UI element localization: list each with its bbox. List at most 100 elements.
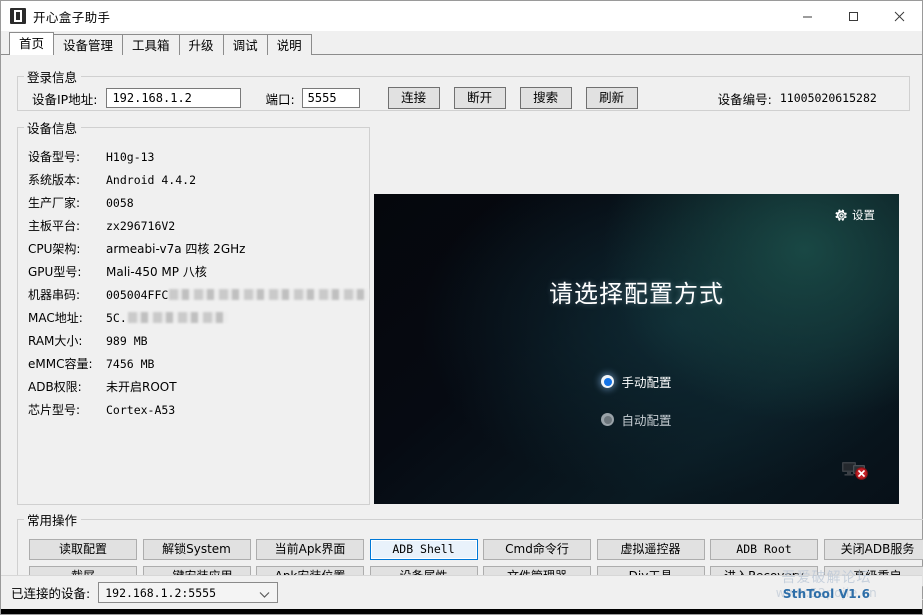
- device-ip-label: 设备IP地址:: [32, 89, 97, 108]
- maximize-button[interactable]: [830, 1, 876, 31]
- disconnect-button[interactable]: 断开: [454, 87, 506, 109]
- redacted-value-mask: [169, 289, 369, 300]
- watermark-url: www.52pojie.cn: [739, 586, 914, 601]
- operation-button[interactable]: 关闭ADB服务: [824, 539, 923, 560]
- operation-button[interactable]: 解锁System: [143, 539, 251, 560]
- radio-auto-config[interactable]: 自动配置: [601, 410, 671, 429]
- device-info-key: 生产厂家:: [28, 194, 106, 211]
- device-info-legend: 设备信息: [24, 118, 81, 137]
- watermark-version: SthTool V1.6: [739, 587, 914, 601]
- login-info-legend: 登录信息: [24, 67, 81, 86]
- search-button[interactable]: 搜索: [520, 87, 572, 109]
- operation-button[interactable]: Cmd命令行: [483, 539, 591, 560]
- gear-icon: [835, 209, 848, 222]
- window-title: 开心盒子助手: [33, 7, 110, 26]
- network-disconnected-icon: [841, 460, 869, 484]
- device-info-row: 系统版本:Android 4.4.2: [18, 168, 369, 191]
- connected-device-value: 192.168.1.2:5555: [105, 586, 216, 600]
- device-ip-input[interactable]: [106, 88, 241, 108]
- app-box-icon: [10, 8, 26, 24]
- refresh-button[interactable]: 刷新: [586, 87, 638, 109]
- device-info-value: 5C.: [106, 311, 127, 325]
- tab-strip: 首页 设备管理 工具箱 升级 调试 说明: [1, 31, 922, 55]
- tab-instructions[interactable]: 说明: [267, 34, 312, 55]
- app-window: 开心盒子助手 首页 设备管理 工具箱 升级 调试 说明 登录信息 设备IP地址:: [0, 0, 923, 615]
- radio-manual-config[interactable]: 手动配置: [601, 372, 671, 391]
- minimize-button[interactable]: [784, 1, 830, 31]
- client-area: 登录信息 设备IP地址: 端口: 连接 断开 搜索 刷新 设备编号: 11005…: [1, 54, 922, 575]
- device-info-value: Cortex-A53: [106, 403, 175, 417]
- tab-device-management[interactable]: 设备管理: [53, 34, 123, 55]
- device-info-row: GPU型号:Mali-450 MP 八核: [18, 260, 369, 283]
- device-info-row: 机器串码:005004FFC: [18, 283, 369, 306]
- radio-unselected-icon: [601, 413, 614, 426]
- device-info-key: 芯片型号:: [28, 401, 106, 418]
- login-info-row: 设备IP地址: 端口: 连接 断开 搜索 刷新 设备编号: 1100502061…: [18, 86, 909, 110]
- preview-title: 请选择配置方式: [374, 274, 899, 309]
- close-button[interactable]: [876, 1, 922, 31]
- chevron-down-icon: [259, 588, 270, 602]
- device-info-key: CPU架构:: [28, 240, 106, 257]
- device-info-value: armeabi-v7a 四核 2GHz: [106, 240, 245, 257]
- device-info-key: 系统版本:: [28, 171, 106, 188]
- device-info-value: 005004FFC: [106, 288, 168, 302]
- device-info-key: ADB权限:: [28, 378, 106, 395]
- device-info-row: eMMC容量:7456 MB: [18, 352, 369, 375]
- connected-device-select[interactable]: 192.168.1.2:5555: [98, 582, 278, 603]
- device-info-row: ADB权限:未开启ROOT: [18, 375, 369, 398]
- operation-button[interactable]: ADB Shell: [370, 539, 478, 560]
- device-info-group: 设备信息 设备型号:H10g-13系统版本:Android 4.4.2生产厂家:…: [17, 118, 370, 505]
- tab-toolbox[interactable]: 工具箱: [122, 34, 180, 55]
- preview-radio-group: 手动配置 自动配置: [374, 372, 899, 429]
- serial-label: 设备编号:: [718, 89, 772, 108]
- device-info-row: 生产厂家:0058: [18, 191, 369, 214]
- operation-button[interactable]: 读取配置: [29, 539, 137, 560]
- device-info-row: 芯片型号:Cortex-A53: [18, 398, 369, 421]
- device-info-key: 设备型号:: [28, 148, 106, 165]
- login-info-group: 登录信息 设备IP地址: 端口: 连接 断开 搜索 刷新 设备编号: 11005…: [17, 67, 910, 111]
- status-bar: 已连接的设备: 192.168.1.2:5555 吾爱破解论坛 www.52po…: [1, 575, 922, 609]
- redacted-value-mask: [128, 312, 228, 323]
- device-info-value: H10g-13: [106, 150, 154, 164]
- device-info-value: 989 MB: [106, 334, 148, 348]
- device-info-row: 设备型号:H10g-13: [18, 145, 369, 168]
- connect-button[interactable]: 连接: [388, 87, 440, 109]
- operation-button[interactable]: 当前Apk界面: [256, 539, 364, 560]
- device-info-row: MAC地址:5C.: [18, 306, 369, 329]
- device-info-key: RAM大小:: [28, 332, 106, 349]
- device-info-value: Android 4.4.2: [106, 173, 196, 187]
- device-info-key: 机器串码:: [28, 286, 106, 303]
- tab-home[interactable]: 首页: [9, 32, 54, 55]
- preview-settings-label: 设置: [852, 207, 875, 223]
- preview-settings-chip[interactable]: 设置: [835, 207, 875, 223]
- radio-selected-icon: [601, 375, 614, 388]
- device-info-key: 主板平台:: [28, 217, 106, 234]
- common-operations-legend: 常用操作: [24, 510, 81, 529]
- serial-value: 11005020615282: [780, 91, 877, 105]
- device-info-value: 0058: [106, 196, 134, 210]
- device-info-row: CPU架构:armeabi-v7a 四核 2GHz: [18, 237, 369, 260]
- radio-auto-config-label: 自动配置: [621, 410, 671, 429]
- device-info-list: 设备型号:H10g-13系统版本:Android 4.4.2生产厂家:0058主…: [18, 137, 369, 421]
- tab-upgrade[interactable]: 升级: [179, 34, 224, 55]
- device-info-row: RAM大小:989 MB: [18, 329, 369, 352]
- device-info-key: MAC地址:: [28, 309, 106, 326]
- tab-debug[interactable]: 调试: [223, 34, 268, 55]
- title-bar: 开心盒子助手: [1, 1, 922, 31]
- device-info-key: GPU型号:: [28, 263, 106, 280]
- device-info-value: 未开启ROOT: [106, 378, 177, 395]
- device-info-value: zx296716V2: [106, 219, 175, 233]
- port-input[interactable]: [302, 88, 360, 108]
- device-info-value: 7456 MB: [106, 357, 154, 371]
- operation-button[interactable]: ADB Root: [710, 539, 818, 560]
- device-info-value: Mali-450 MP 八核: [106, 263, 207, 280]
- device-info-row: 主板平台:zx296716V2: [18, 214, 369, 237]
- device-info-key: eMMC容量:: [28, 355, 106, 372]
- connected-device-label: 已连接的设备:: [11, 583, 90, 602]
- device-screen-preview[interactable]: 设置 请选择配置方式 手动配置 自动配置: [374, 194, 899, 504]
- window-controls: [784, 1, 922, 31]
- radio-manual-config-label: 手动配置: [621, 372, 671, 391]
- operation-button[interactable]: 虚拟遥控器: [597, 539, 705, 560]
- watermark: 吾爱破解论坛 www.52pojie.cn SthTool V1.6: [739, 570, 914, 610]
- window-bottom-strip: [1, 609, 922, 614]
